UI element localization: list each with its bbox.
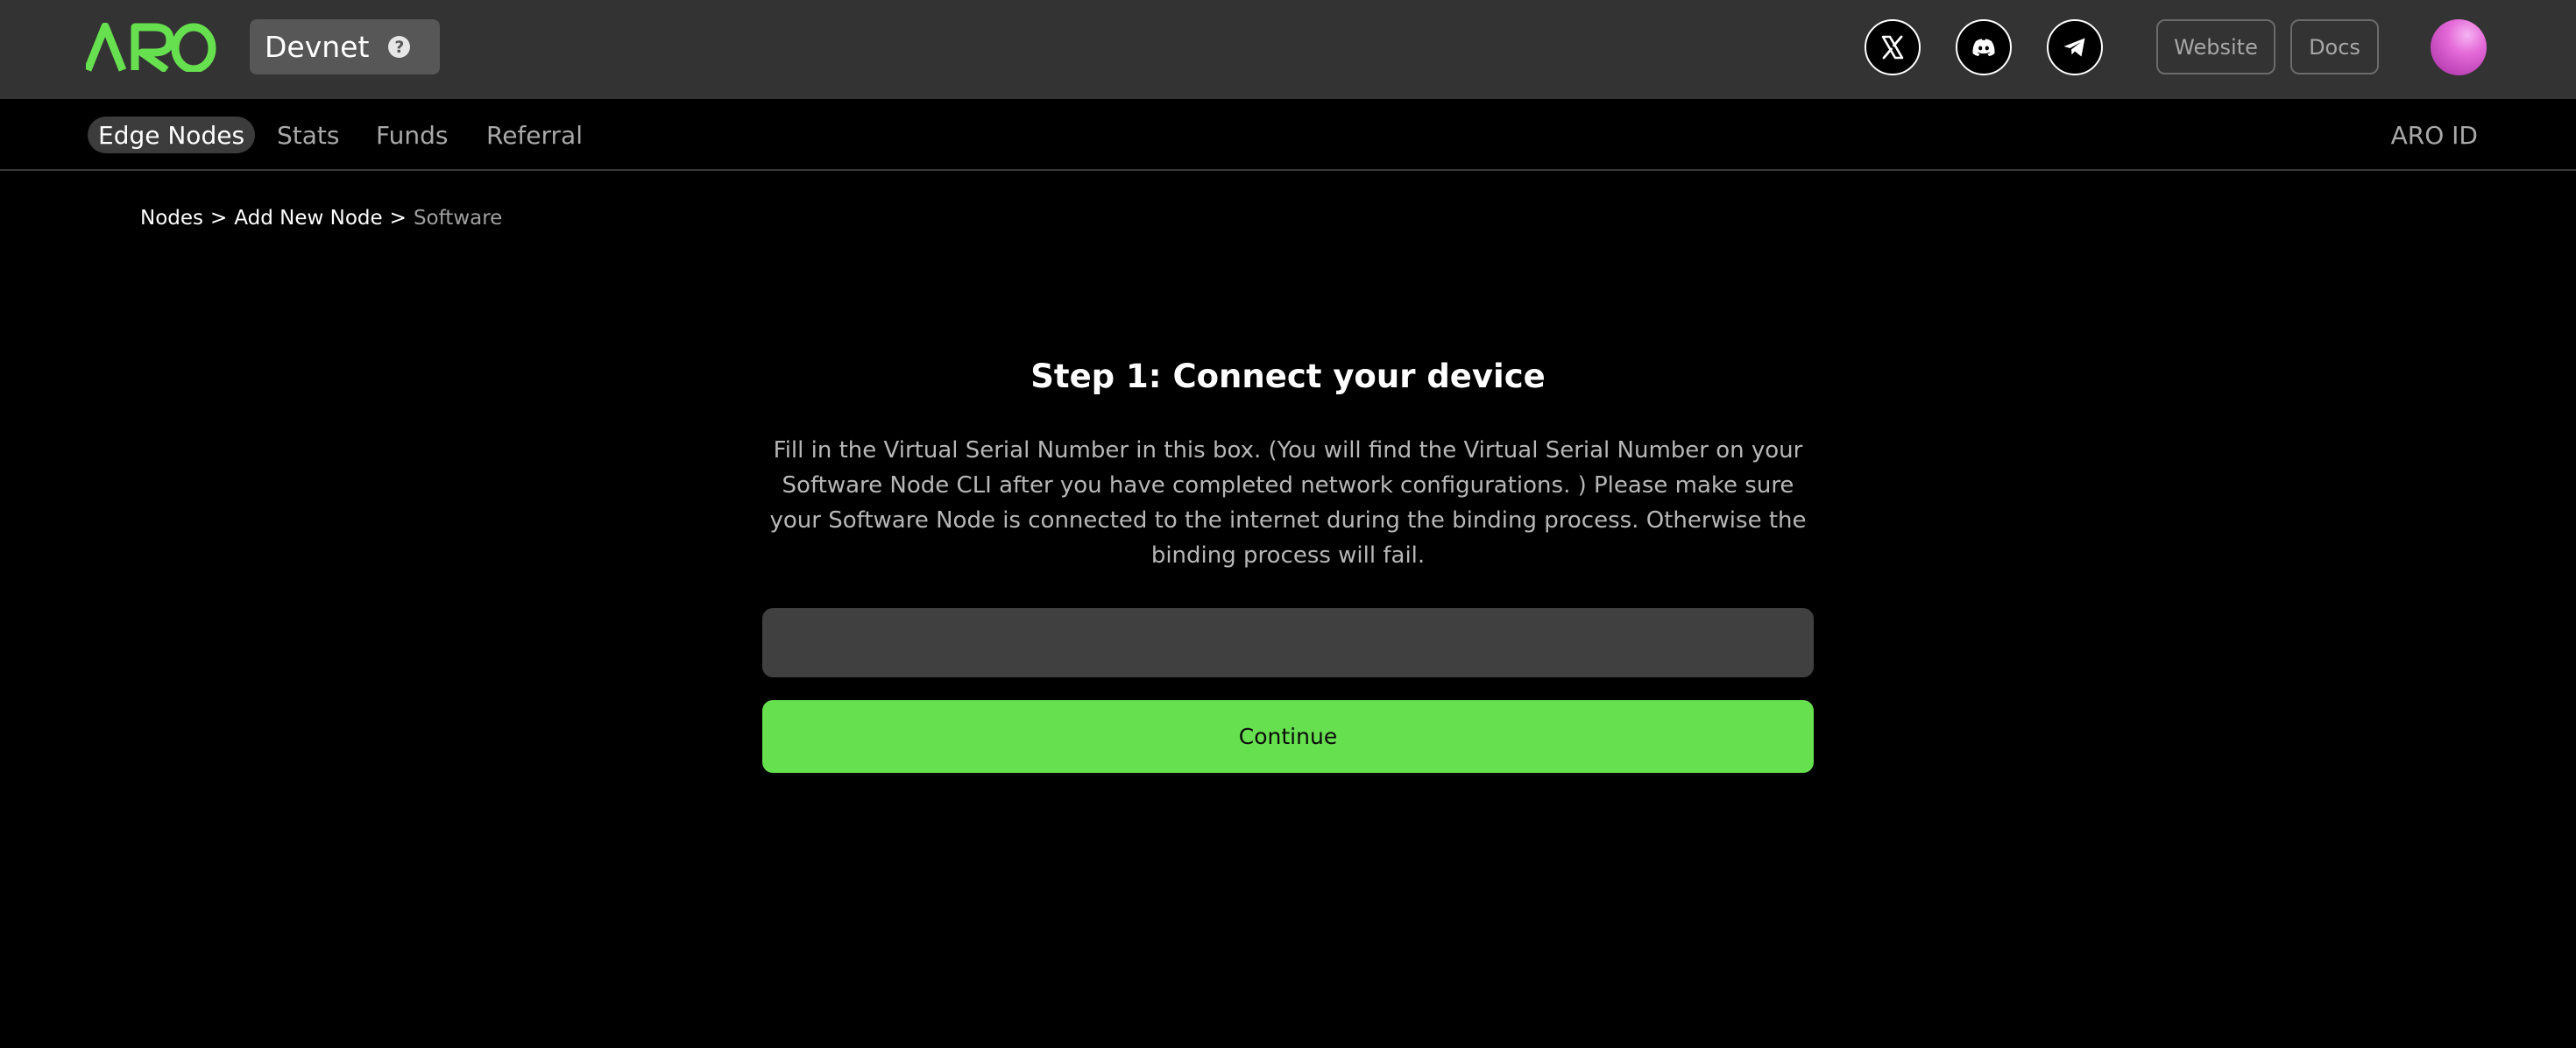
x-twitter-link[interactable] — [1865, 19, 1921, 75]
top-bar: Devnet ? Website Docs — [0, 0, 2576, 99]
discord-icon — [1972, 39, 1995, 56]
avatar[interactable] — [2431, 19, 2487, 75]
tab-stats[interactable]: Stats — [277, 117, 339, 153]
breadcrumb: Nodes > Add New Node > Software — [140, 207, 502, 230]
breadcrumb-separator: > — [389, 207, 407, 230]
telegram-link[interactable] — [2047, 19, 2103, 75]
continue-button[interactable]: Continue — [762, 700, 1814, 773]
nav-bar: Edge Nodes Stats Funds Referral ARO ID — [0, 99, 2576, 171]
breadcrumb-nodes[interactable]: Nodes — [140, 207, 203, 230]
aro-logo[interactable] — [86, 23, 217, 72]
discord-link[interactable] — [1956, 19, 2012, 75]
breadcrumb-add-new-node[interactable]: Add New Node — [234, 207, 382, 230]
tab-referral[interactable]: Referral — [486, 117, 583, 153]
help-icon[interactable]: ? — [388, 36, 411, 58]
serial-number-input[interactable] — [762, 608, 1814, 677]
aro-id-link[interactable]: ARO ID — [2391, 117, 2478, 153]
docs-button[interactable]: Docs — [2290, 19, 2379, 74]
instructions-text: Fill in the Virtual Serial Number in thi… — [769, 437, 1807, 569]
network-selector[interactable]: Devnet ? — [250, 19, 441, 74]
x-twitter-icon — [1881, 35, 1904, 60]
breadcrumb-separator: > — [210, 207, 228, 230]
telegram-icon — [2063, 38, 2085, 57]
tab-edge-nodes[interactable]: Edge Nodes — [88, 117, 256, 153]
page-title: Step 1: Connect your device — [1030, 358, 1546, 395]
website-button[interactable]: Website — [2156, 19, 2275, 74]
tab-funds[interactable]: Funds — [376, 117, 448, 153]
breadcrumb-software: Software — [413, 207, 503, 230]
network-label: Devnet — [265, 30, 370, 64]
